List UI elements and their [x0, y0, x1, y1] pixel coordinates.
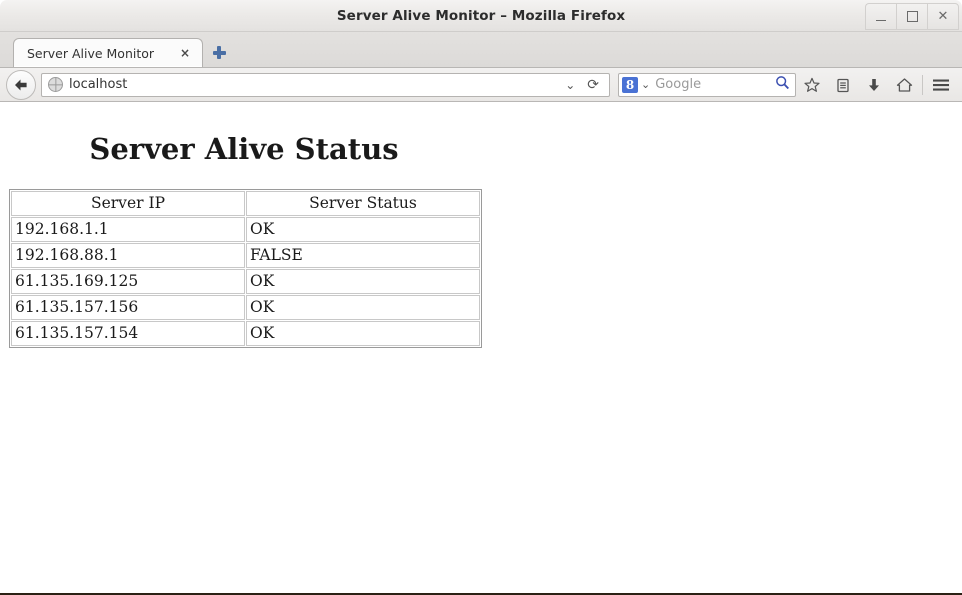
google-engine-icon[interactable]: 8 — [622, 76, 638, 93]
table-row: 192.168.1.1 OK — [11, 217, 480, 242]
cell-server-status: FALSE — [246, 243, 480, 268]
window-controls: ✕ — [865, 3, 959, 30]
toolbar-divider — [922, 74, 923, 95]
chevron-down-icon[interactable]: ⌄ — [638, 78, 655, 91]
star-icon — [803, 77, 820, 92]
tab-server-alive-monitor[interactable]: Server Alive Monitor × — [13, 38, 203, 67]
download-arrow-icon — [868, 78, 879, 91]
close-button[interactable]: ✕ — [927, 3, 959, 30]
navigation-toolbar: localhost ⌄ ⟳ 8 ⌄ Google — [0, 68, 962, 102]
menu-button[interactable] — [925, 71, 956, 99]
column-header-server-status: Server Status — [246, 191, 480, 216]
clipboard-icon — [836, 78, 849, 92]
page-title: Server Alive Status — [89, 132, 399, 166]
cell-server-status: OK — [246, 321, 480, 346]
table-row: 192.168.88.1 FALSE — [11, 243, 480, 268]
table-row: 61.135.169.125 OK — [11, 269, 480, 294]
cell-server-ip: 192.168.1.1 — [11, 217, 245, 242]
cell-server-status: OK — [246, 217, 480, 242]
search-input[interactable]: Google — [655, 77, 775, 92]
home-button[interactable] — [889, 71, 920, 99]
title-bar: Server Alive Monitor – Mozilla Firefox ✕ — [0, 0, 962, 32]
plus-icon — [212, 46, 226, 59]
table-row: 61.135.157.154 OK — [11, 321, 480, 346]
window-title: Server Alive Monitor – Mozilla Firefox — [336, 7, 626, 24]
cell-server-ip: 61.135.157.154 — [11, 321, 245, 346]
cell-server-ip: 61.135.157.156 — [11, 295, 245, 320]
back-button[interactable] — [6, 69, 36, 100]
back-arrow-icon — [15, 79, 27, 90]
hamburger-menu-icon — [932, 79, 949, 91]
url-bar[interactable]: localhost ⌄ ⟳ — [41, 72, 610, 97]
cell-server-ip: 192.168.88.1 — [11, 243, 245, 268]
reload-icon[interactable]: ⟳ — [581, 77, 607, 93]
cell-server-status: OK — [246, 269, 480, 294]
tab-label: Server Alive Monitor — [27, 45, 155, 61]
column-header-server-ip: Server IP — [11, 191, 245, 216]
maximize-icon — [906, 11, 918, 22]
search-icon[interactable] — [775, 75, 792, 94]
new-tab-button[interactable] — [205, 38, 233, 67]
page-content: Server Alive Status Server IP Server Sta… — [0, 102, 962, 593]
table-body: 192.168.1.1 OK 192.168.88.1 FALSE 61.135… — [11, 217, 480, 346]
url-input[interactable]: localhost — [69, 77, 559, 92]
tab-close-icon[interactable]: × — [176, 47, 194, 59]
cell-server-status: OK — [246, 295, 480, 320]
close-icon: ✕ — [937, 9, 949, 24]
toolbar-buttons — [796, 71, 956, 99]
maximize-button[interactable] — [896, 3, 927, 30]
table-row: 61.135.157.156 OK — [11, 295, 480, 320]
downloads-button[interactable] — [858, 71, 889, 99]
tab-strip: Server Alive Monitor × — [0, 32, 962, 68]
bookmark-star-button[interactable] — [796, 71, 827, 99]
search-bar[interactable]: 8 ⌄ Google — [618, 72, 796, 97]
reader-list-button[interactable] — [827, 71, 858, 99]
browser-window: Server Alive Monitor – Mozilla Firefox ✕… — [0, 0, 962, 595]
server-status-table: Server IP Server Status 192.168.1.1 OK 1… — [9, 189, 482, 348]
chevron-down-icon[interactable]: ⌄ — [559, 78, 581, 92]
globe-favicon-icon — [48, 77, 63, 92]
home-icon — [896, 77, 913, 92]
minimize-icon — [876, 19, 886, 21]
minimize-button[interactable] — [865, 3, 896, 30]
cell-server-ip: 61.135.169.125 — [11, 269, 245, 294]
table-header-row: Server IP Server Status — [11, 191, 480, 216]
